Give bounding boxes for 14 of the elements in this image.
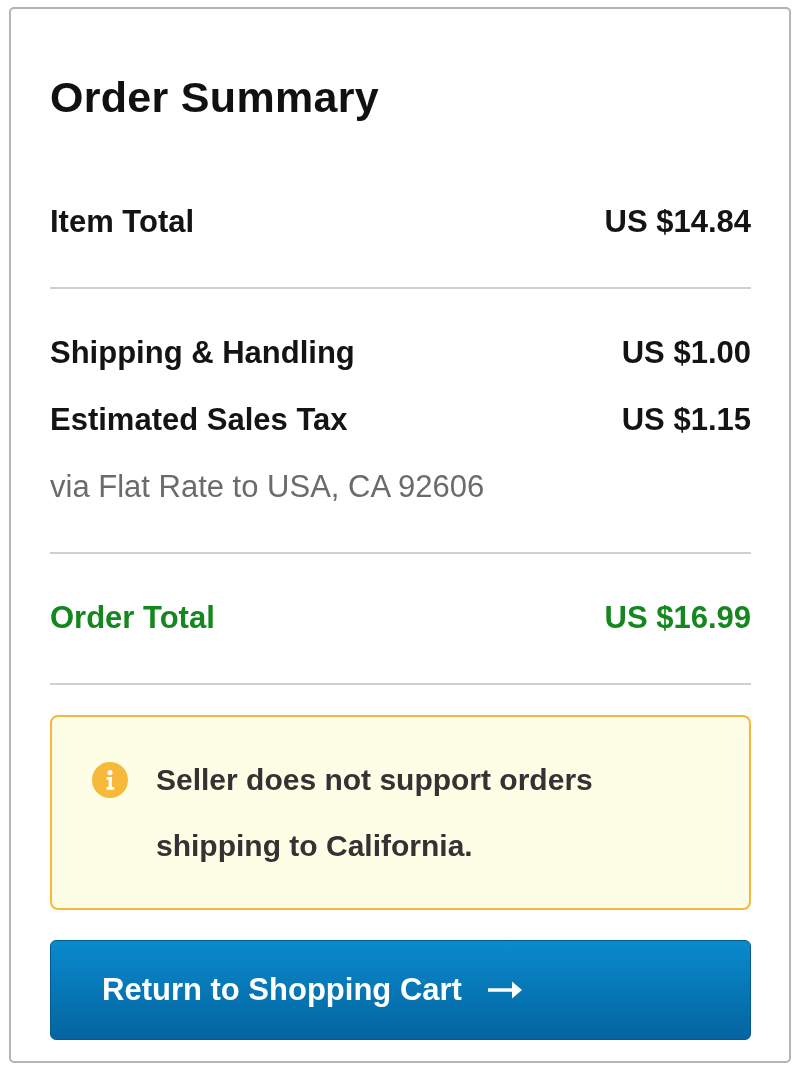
summary-label: Shipping & Handling [50,334,355,371]
return-to-cart-button[interactable]: Return to Shopping Cart [50,940,751,1040]
info-icon [92,762,128,798]
arrow-right-icon [487,980,522,1000]
order-total-amount: US $16.99 [604,599,751,636]
summary-amount: US $1.15 [621,401,751,438]
order-total-label: Order Total [50,599,215,636]
summary-label: Estimated Sales Tax [50,401,348,438]
alert-message: Seller does not support orders shipping to California. [156,762,594,864]
summary-amount: US $14.84 [604,203,751,240]
order-summary-title: Order Summary [50,72,380,123]
summary-label: Item Total [50,203,195,240]
shipping-note: via Flat Rate to USA, CA 92606 [50,468,485,505]
summary-amount: US $1.00 [621,334,751,371]
